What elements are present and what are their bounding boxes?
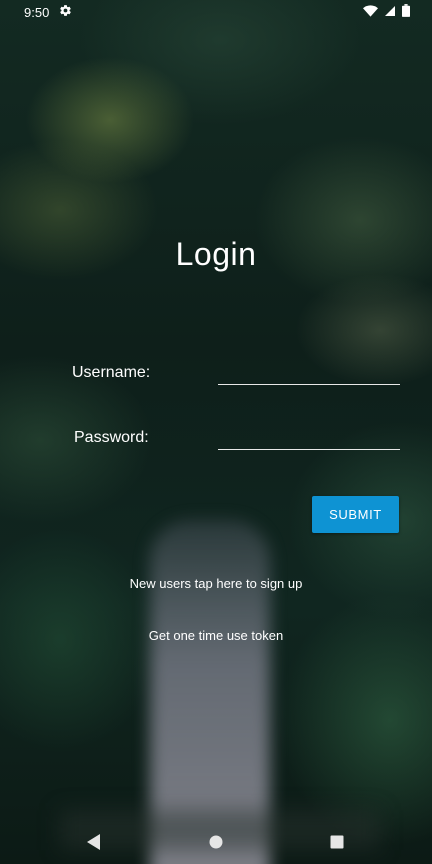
back-icon[interactable] bbox=[84, 832, 104, 852]
submit-button[interactable]: SUBMIT bbox=[312, 496, 399, 533]
signal-icon bbox=[384, 5, 396, 20]
signup-link[interactable]: New users tap here to sign up bbox=[0, 576, 432, 591]
password-label: Password: bbox=[74, 429, 149, 446]
gear-icon bbox=[59, 4, 72, 20]
wifi-icon bbox=[363, 4, 378, 20]
status-bar: 9:50 bbox=[0, 0, 432, 24]
home-icon[interactable] bbox=[206, 832, 226, 852]
status-left: 9:50 bbox=[24, 4, 72, 20]
navigation-bar bbox=[0, 820, 432, 864]
username-label: Username: bbox=[72, 364, 151, 381]
username-field[interactable] bbox=[218, 357, 400, 385]
one-time-token-link[interactable]: Get one time use token bbox=[0, 628, 432, 643]
battery-icon bbox=[402, 4, 410, 20]
status-time: 9:50 bbox=[24, 4, 50, 20]
password-field[interactable] bbox=[218, 422, 400, 450]
recents-icon[interactable] bbox=[327, 832, 347, 852]
page-title: Login bbox=[175, 236, 257, 272]
status-right bbox=[363, 4, 410, 20]
